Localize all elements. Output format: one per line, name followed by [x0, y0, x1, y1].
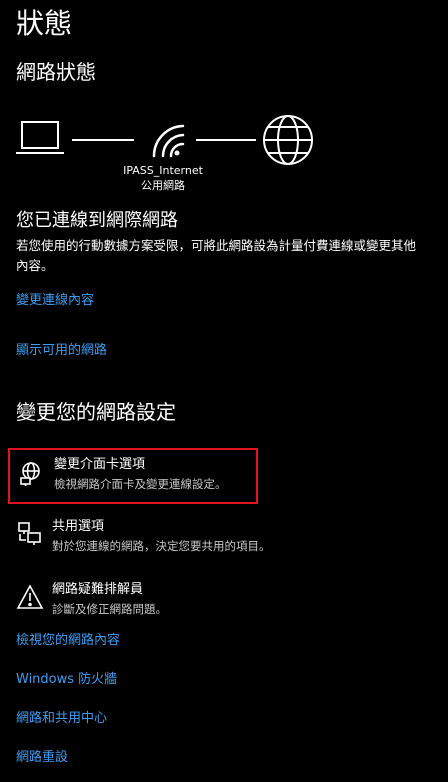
network-status-heading: 網路狀態	[16, 60, 96, 84]
change-settings-heading: 變更您的網路設定	[16, 400, 176, 424]
network-sharing-center-link[interactable]: 網路和共用中心	[16, 710, 107, 728]
wifi-icon	[152, 124, 185, 158]
network-troubleshooter-button[interactable]: 網路疑難排解員 診斷及修正網路問題。	[8, 575, 258, 631]
view-network-properties-link[interactable]: 檢視您的網路內容	[16, 632, 120, 650]
connection-status-description: 若您使用的行動數據方案受限，可將此網路設為計量付費連線或變更其他內容。	[16, 238, 417, 273]
change-adapter-options-button[interactable]: 變更介面卡選項 檢視網路介面卡及變更連線設定。	[8, 448, 258, 504]
option-description: 診斷及修正網路問題。	[52, 602, 167, 616]
network-type: 公用網路	[141, 179, 185, 192]
change-connection-properties-link[interactable]: 變更連線內容	[16, 292, 94, 310]
option-title: 變更介面卡選項	[54, 457, 146, 472]
network-reset-link[interactable]: 網路重設	[16, 749, 68, 767]
sharing-icon	[16, 520, 44, 548]
page-title: 狀態	[16, 7, 73, 40]
sharing-options-button[interactable]: 共用選項 對於您連線的網路，決定您要共用的項目。	[8, 512, 271, 568]
windows-firewall-link[interactable]: Windows 防火牆	[16, 671, 117, 689]
option-description: 檢視網路介面卡及變更連線設定。	[54, 477, 227, 491]
adapter-globe-icon	[18, 460, 46, 488]
laptop-icon	[16, 121, 64, 154]
option-title: 網路疑難排解員	[52, 582, 144, 597]
option-title: 共用選項	[52, 519, 105, 534]
connection-status-heading: 您已連線到網際網路	[16, 210, 178, 231]
option-description: 對於您連線的網路，決定您要共用的項目。	[52, 539, 271, 553]
globe-icon	[263, 115, 313, 165]
network-name: IPASS_Internet	[123, 164, 203, 177]
warning-icon	[16, 583, 44, 611]
show-available-networks-link[interactable]: 顯示可用的網路	[16, 342, 107, 360]
